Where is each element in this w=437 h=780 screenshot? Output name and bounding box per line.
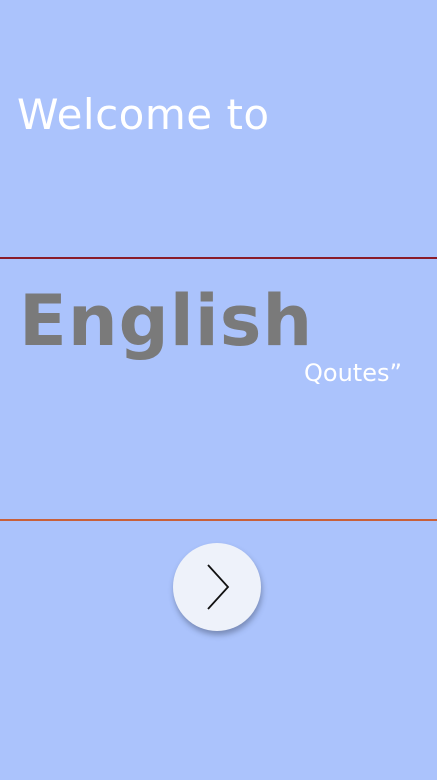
app-subtitle: Qoutes” bbox=[304, 359, 402, 387]
top-divider bbox=[0, 257, 437, 259]
app-title: English bbox=[19, 280, 314, 362]
chevron-right-icon bbox=[207, 564, 230, 610]
welcome-screen: Welcome to English Qoutes” bbox=[0, 0, 437, 780]
next-button[interactable] bbox=[173, 543, 261, 631]
bottom-divider bbox=[0, 519, 437, 521]
welcome-heading: Welcome to bbox=[17, 90, 270, 139]
